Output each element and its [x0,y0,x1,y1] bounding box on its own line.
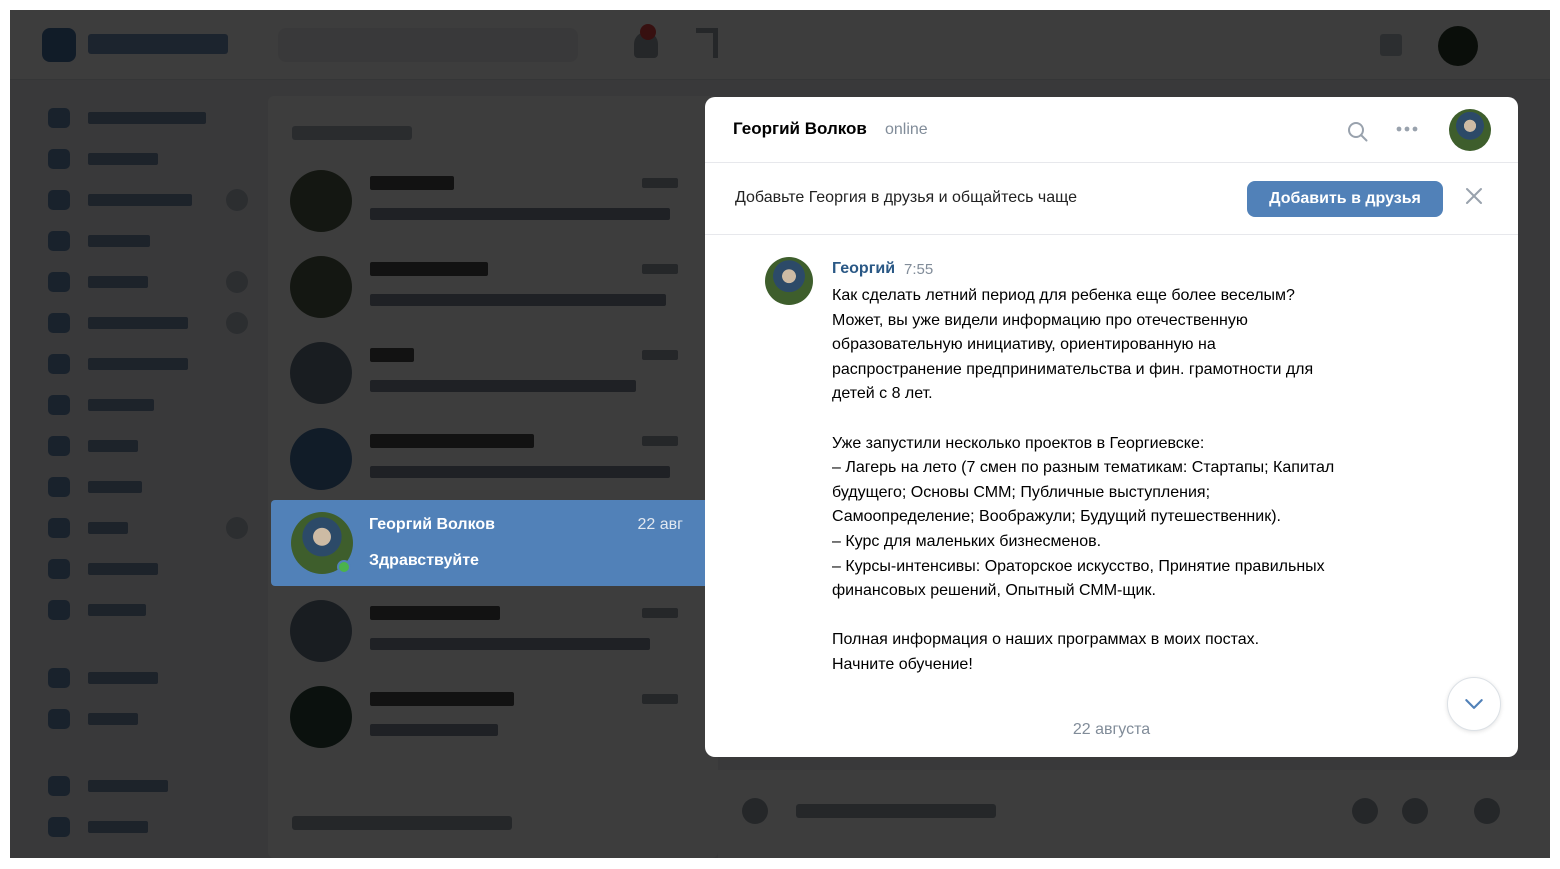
search-icon[interactable] [1347,121,1368,142]
add-friend-button[interactable]: Добавить в друзья [1247,181,1443,217]
chat-contact-status: online [885,121,928,138]
date-divider: 22 августа [1072,721,1151,738]
message-line: Как сделать летний период для ребенка ещ… [832,287,1295,304]
chat-contact-avatar[interactable] [1449,109,1491,151]
message-line: будущего; Основы СММ; Публичные выступле… [832,483,1211,501]
message-line: Может, вы уже видели информацию про отеч… [832,311,1248,329]
message-line: Уже запустили несколько проектов в Георг… [832,434,1205,452]
message-line: Самоопределение; Воображули; Будущий пут… [832,508,1281,526]
message-time: 7:55 [904,261,934,278]
message-line: – Лагерь на лето (7 смен по разным темат… [832,459,1335,477]
message-line [832,407,1432,432]
message-line: Полная информация о наших программах в м… [832,631,1260,649]
message-line: детей с 8 лет. [832,385,933,403]
message-line: распространение предпринимательства и фи… [832,360,1314,378]
close-icon[interactable] [1463,185,1485,207]
selected-dialog-row[interactable]: Георгий Волков 22 авг Здравствуйте [271,500,707,586]
message-author-avatar[interactable] [765,257,813,305]
message-line: – Курс для маленьких бизнесменов. [832,532,1102,550]
dialog-preview: Здравствуйте [369,552,479,569]
dialog-name: Георгий Волков [369,516,495,533]
online-indicator [337,560,351,574]
message-line: Начните обучение! [832,655,973,673]
message-body: Как сделать летний период для ребенка ещ… [832,284,1432,678]
message-line [832,604,1432,629]
chat-window: Георгий Волков online Добавьте Георгия в… [705,97,1518,757]
chat-header: Георгий Волков online [705,97,1518,163]
message-line: – Курсы-интенсивы: Ораторское искусство,… [832,557,1325,575]
message-line: образовательную инициативу, ориентирован… [832,336,1216,354]
dialog-time: 22 авг [637,516,683,533]
scroll-down-button[interactable] [1447,677,1501,731]
message-author[interactable]: Георгий [832,260,895,278]
chat-contact-name[interactable]: Георгий Волков [733,119,867,139]
message-line: финансовых решений, Опытный СММ-щик. [832,582,1156,600]
add-friend-banner: Добавьте Георгия в друзья и общайтесь ча… [705,163,1518,235]
more-icon[interactable] [1393,119,1423,139]
add-friend-text: Добавьте Георгия в друзья и общайтесь ча… [735,189,1078,206]
chevron-down-icon [1465,699,1483,709]
